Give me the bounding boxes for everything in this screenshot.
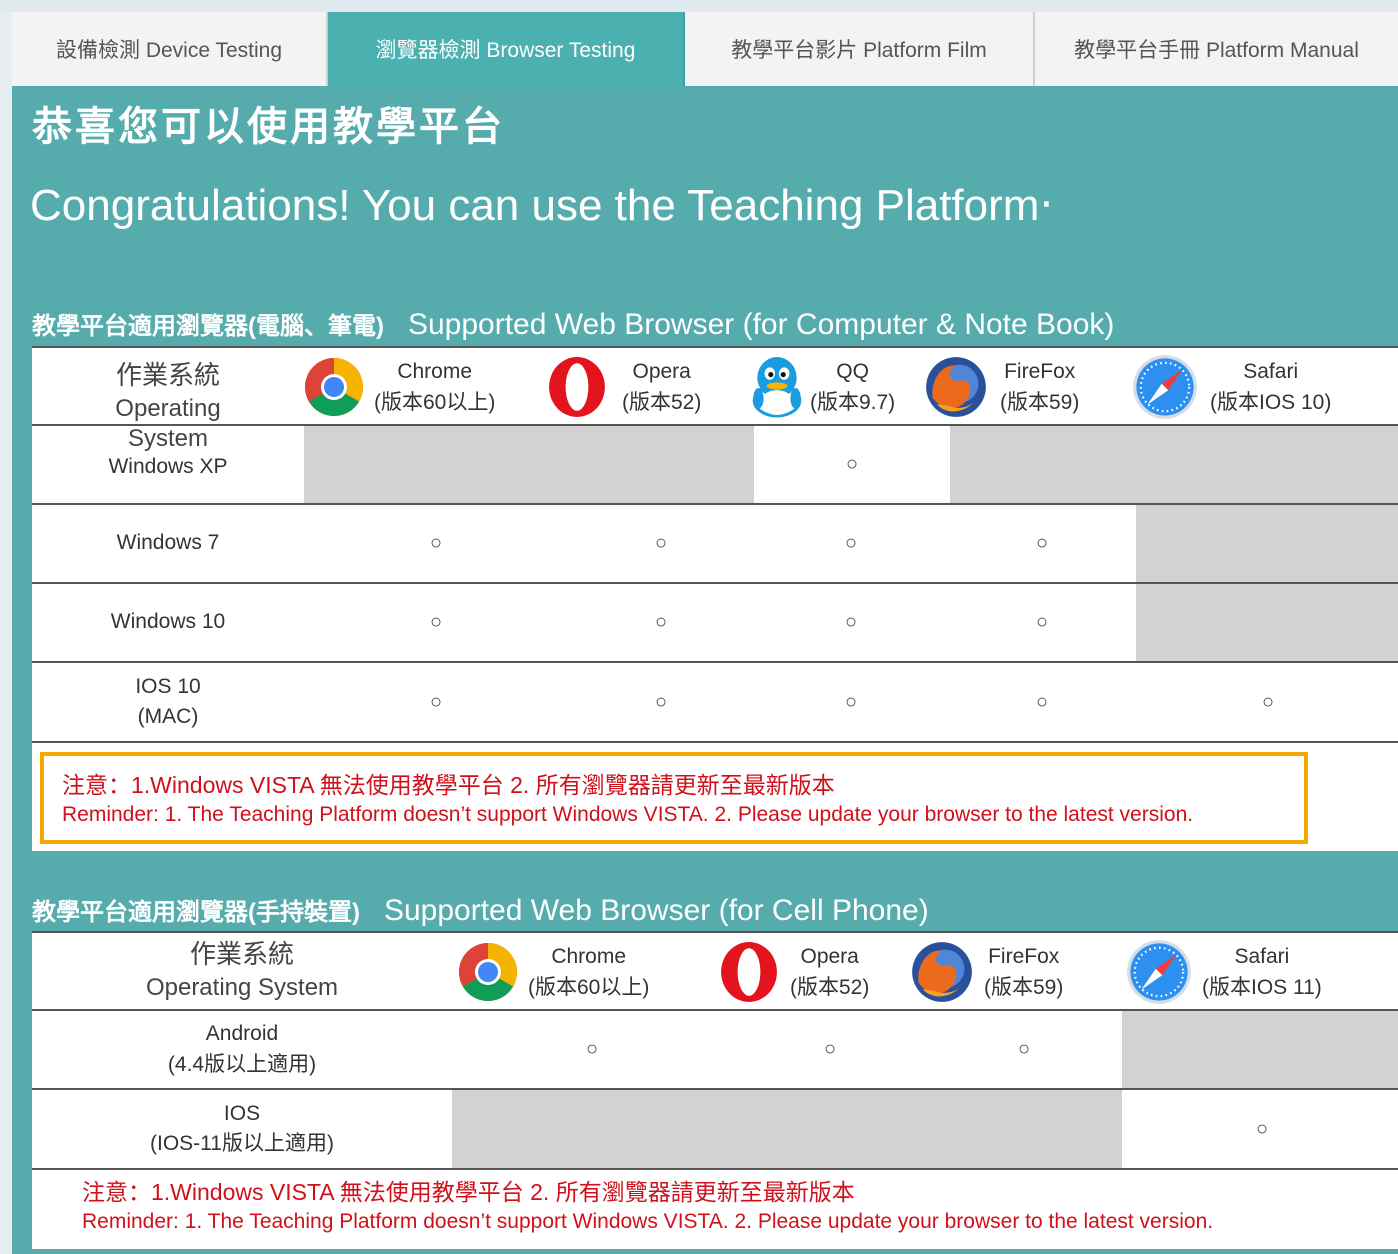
browser-name: FireFox [1004, 359, 1076, 383]
os-header-en: Operating [115, 395, 221, 423]
os-header: 作業系統 Operating [32, 348, 304, 424]
table-row: System Windows XP ○ [32, 425, 1398, 505]
computer-notice: 注意：1.Windows VISTA 無法使用教學平台 2. 所有瀏覽器請更新至… [62, 770, 1193, 829]
browser-opera: Opera (版本52) [546, 348, 701, 426]
unsupported-cell [950, 426, 1398, 503]
computer-table-header: 作業系統 Operating Chrome (版本60以上) Opera (版本52… [32, 346, 1398, 426]
computer-section-label-zh: 教學平台適用瀏覽器(電腦、筆電) [32, 313, 384, 340]
browser-firefox: FireFox (版本59) [910, 933, 1063, 1011]
phone-notice: 注意：1.Windows VISTA 無法使用教學平台 2. 所有瀏覽器請更新至… [82, 1177, 1213, 1236]
table-row: Windows 7 ○ ○ ○ ○ [32, 505, 1398, 584]
support-mark: ○ [844, 532, 858, 554]
opera-icon [721, 942, 777, 1002]
chrome-icon [459, 943, 517, 1001]
notice-en: Reminder: 1. The Teaching Platform doesn… [62, 803, 1194, 827]
tab-device-testing[interactable]: 設備檢測 Device Testing [12, 12, 328, 86]
os-name: Android (4.4版以上適用) [167, 1022, 317, 1076]
unsupported-cell [1122, 1011, 1398, 1088]
browser-version: (版本IOS 10) [1210, 391, 1332, 414]
table-row: IOS (IOS-11版以上適用) ○ [32, 1090, 1398, 1170]
support-mark: ○ [654, 532, 668, 554]
support-mark: ○ [1035, 690, 1049, 713]
notice-zh: 注意：1.Windows VISTA 無法使用教學平台 2. 所有瀏覽器請更新至… [82, 1179, 855, 1205]
browser-name: Opera [632, 359, 691, 383]
browser-chrome: Chrome (版本60以上) [304, 348, 495, 426]
browser-version: (版本60以上) [374, 391, 496, 414]
notice-en: Reminder: 1. The Teaching Platform doesn… [82, 1210, 1214, 1234]
os-name: IOS (IOS-11版以上適用) [150, 1101, 334, 1155]
browser-version: (版本9.7) [810, 391, 896, 414]
browser-name: QQ [836, 359, 869, 383]
os-header-zh: 作業系統 [115, 360, 220, 390]
browser-testing-panel: 恭喜您可以使用教學平台 Congratulations! You can use… [12, 86, 1398, 1254]
support-mark: ○ [1261, 690, 1275, 713]
table-row: Windows 10 ○ ○ ○ ○ [32, 584, 1398, 663]
phone-section-label-zh: 教學平台適用瀏覽器(手持裝置) [32, 899, 360, 926]
browser-version: (版本52) [622, 391, 702, 414]
support-mark: ○ [429, 690, 443, 713]
os-header-en: Operating System [145, 974, 339, 1002]
window-frame [0, 0, 1398, 12]
unsupported-cell [1136, 505, 1398, 582]
notice-zh: 注意：1.Windows VISTA 無法使用教學平台 2. 所有瀏覽器請更新至… [62, 772, 835, 798]
browser-name: Chrome [397, 359, 473, 383]
browser-version: (版本59) [1000, 391, 1080, 414]
tab-bar: 設備檢測 Device Testing 瀏覽器檢測 Browser Testin… [12, 12, 1398, 86]
browser-firefox: FireFox (版本59) [924, 348, 1079, 426]
computer-section-label: 教學平台適用瀏覽器(電腦、筆電) Supported Web Browser (… [32, 306, 1114, 342]
tab-browser-testing[interactable]: 瀏覽器檢測 Browser Testing [328, 12, 685, 86]
os-header-en-cont: System [127, 425, 208, 452]
os-name: IOS 10 (MAC) [135, 674, 201, 728]
tab-platform-film[interactable]: 教學平台影片 Platform Film [685, 12, 1035, 86]
browser-safari: Safari (版本IOS 11) [1126, 933, 1322, 1011]
table-row: IOS 10 (MAC) ○ ○ ○ ○ ○ [32, 663, 1398, 743]
phone-section-label-en: Supported Web Browser (for Cell Phone) [383, 894, 929, 927]
support-mark: ○ [844, 611, 858, 633]
os-header: 作業系統 Operating System [32, 933, 452, 1009]
safari-icon [1126, 939, 1192, 1005]
browser-qq: QQ (版本9.7) [746, 348, 895, 426]
support-mark: ○ [845, 453, 859, 475]
page-title-en: Congratulations! You can use the Teachin… [30, 181, 1054, 230]
support-mark: ○ [429, 532, 443, 554]
unsupported-cell [1136, 584, 1398, 661]
os-name: Windows 7 [116, 531, 220, 555]
firefox-icon [926, 357, 986, 417]
browser-safari: Safari (版本IOS 10) [1132, 348, 1331, 426]
support-mark: ○ [823, 1038, 837, 1060]
browser-name: Safari [1243, 359, 1299, 383]
support-mark: ○ [1035, 532, 1049, 554]
computer-support-table: 作業系統 Operating Chrome (版本60以上) Opera (版本52… [32, 346, 1398, 851]
support-mark: ○ [585, 1038, 599, 1060]
os-name: Windows 10 [110, 610, 226, 634]
opera-icon [549, 357, 605, 417]
os-name-text: Windows XP [108, 455, 228, 479]
browser-opera: Opera (版本52) [718, 933, 869, 1011]
table-row: Android (4.4版以上適用) ○ ○ ○ [32, 1011, 1398, 1090]
phone-table-header: 作業系統 Operating System Chrome (版本60以上) Ope… [32, 931, 1398, 1011]
phone-support-table: 作業系統 Operating System Chrome (版本60以上) Ope… [32, 931, 1398, 1249]
safari-icon [1132, 354, 1198, 420]
support-mark: ○ [429, 611, 443, 633]
support-mark: ○ [1035, 611, 1049, 633]
chrome-icon [305, 358, 363, 416]
support-mark: ○ [654, 690, 668, 713]
os-header-zh: 作業系統 [189, 939, 294, 970]
browser-chrome: Chrome (版本60以上) [458, 933, 649, 1011]
page-title-zh: 恭喜您可以使用教學平台 [32, 105, 505, 149]
qq-icon [751, 355, 803, 418]
phone-section-label: 教學平台適用瀏覽器(手持裝置) Supported Web Browser (f… [32, 892, 929, 928]
unsupported-cell [304, 426, 754, 503]
support-mark: ○ [844, 690, 858, 713]
firefox-icon [912, 942, 972, 1002]
unsupported-cell [452, 1090, 1122, 1168]
tab-platform-manual[interactable]: 教學平台手冊 Platform Manual [1035, 12, 1398, 86]
support-mark: ○ [654, 611, 668, 633]
support-mark: ○ [1255, 1117, 1269, 1140]
support-mark: ○ [1017, 1038, 1031, 1060]
os-name: System Windows XP [32, 425, 304, 503]
computer-section-label-en: Supported Web Browser (for Computer & No… [407, 308, 1115, 341]
